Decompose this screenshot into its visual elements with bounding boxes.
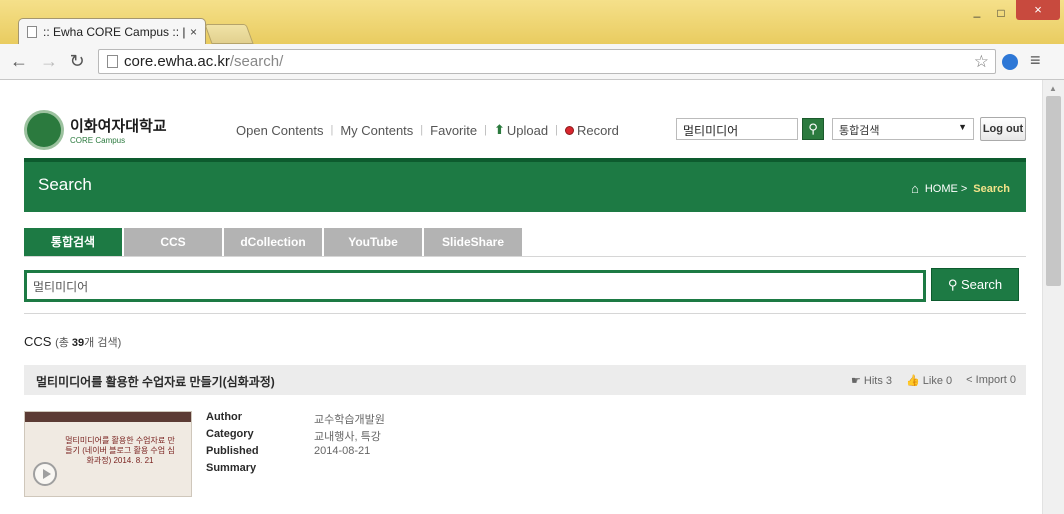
category-label: Category bbox=[206, 428, 254, 440]
record-icon bbox=[564, 125, 574, 135]
minimize-button[interactable]: _ bbox=[966, 5, 988, 20]
scroll-up-arrow-icon[interactable]: ▲ bbox=[1049, 84, 1057, 93]
address-bar[interactable]: core.ewha.ac.kr /search/ ☆ bbox=[98, 49, 996, 74]
nav-record[interactable]: Record bbox=[577, 123, 619, 138]
summary-label: Summary bbox=[206, 462, 257, 474]
like-button[interactable]: 👍 Like 0 bbox=[906, 374, 952, 387]
browser-tab[interactable]: :: Ewha CORE Campus :: | × bbox=[18, 18, 206, 45]
search-tabs: 통합검색 CCS dCollection YouTube SlideShare bbox=[24, 228, 524, 256]
tab-close-icon[interactable]: × bbox=[190, 25, 197, 39]
search-scope-select[interactable]: 통합검색 ▼ bbox=[832, 118, 974, 140]
page-icon bbox=[27, 26, 37, 38]
breadcrumb-current: Search bbox=[973, 182, 1010, 195]
breadcrumb-home[interactable]: HOME bbox=[925, 183, 958, 195]
scroll-thumb[interactable] bbox=[1046, 96, 1061, 286]
vertical-scrollbar[interactable]: ▲ bbox=[1042, 80, 1064, 514]
page-title: Search bbox=[38, 175, 92, 194]
share-icon: < bbox=[966, 374, 973, 386]
pointer-hand-icon: ☛ bbox=[850, 375, 861, 387]
hits-count: ☛ Hits 3 bbox=[850, 375, 893, 387]
browser-toolbar: ← → ↻ core.ewha.ac.kr /search/ ☆ ≡ bbox=[0, 44, 1064, 80]
tab-youtube[interactable]: YouTube bbox=[324, 228, 422, 256]
divider bbox=[24, 313, 1026, 314]
author-label: Author bbox=[206, 411, 243, 423]
tab-integrated-search[interactable]: 통합검색 bbox=[24, 228, 122, 256]
detail-row: Author 교수학습개발원 bbox=[206, 411, 385, 428]
result-stats: ☛ Hits 3 👍 Like 0 < Import 0 bbox=[837, 374, 1016, 387]
detail-row: Published 2014-08-21 bbox=[206, 445, 385, 462]
back-arrow-icon[interactable]: ← bbox=[8, 50, 30, 72]
url-path: /search/ bbox=[229, 53, 284, 70]
browser-titlebar: :: Ewha CORE Campus :: | × _ □ × bbox=[0, 0, 1064, 45]
breadcrumb-separator: > bbox=[960, 182, 968, 195]
result-count: (총 39개 검색) bbox=[55, 337, 122, 349]
nav-separator: | bbox=[484, 124, 487, 136]
result-section-heading: CCS (총 39개 검색) bbox=[24, 334, 121, 350]
tab-ccs[interactable]: CCS bbox=[124, 228, 222, 256]
site-logo[interactable]: 이화여자대학교 CORE Campus bbox=[24, 110, 167, 150]
main-search-button[interactable]: ⚲ Search bbox=[931, 268, 1019, 301]
dropdown-arrow-icon: ▼ bbox=[958, 122, 967, 132]
nav-favorite[interactable]: Favorite bbox=[430, 123, 477, 138]
thumbs-up-icon: 👍 bbox=[906, 375, 920, 387]
reload-icon[interactable]: ↻ bbox=[66, 50, 88, 72]
new-tab-button[interactable] bbox=[204, 24, 254, 44]
detail-row: Category 교내행사, 특강 bbox=[206, 428, 385, 445]
result-item-header: 멀티미디어를 활용한 수업자료 만들기(심화과정) ☛ Hits 3 👍 Lik… bbox=[24, 365, 1026, 395]
result-thumbnail[interactable]: 멀티미디어를 활용한 수업자료 만들기 (네이버 블로그 활용 수업 심화과정)… bbox=[24, 411, 192, 497]
web-page: 이화여자대학교 CORE Campus Open Contents | My C… bbox=[0, 80, 1042, 514]
thumbnail-caption: 멀티미디어를 활용한 수업자료 만들기 (네이버 블로그 활용 수업 심화과정)… bbox=[65, 436, 175, 465]
bookmark-star-icon[interactable]: ☆ bbox=[974, 52, 989, 72]
author-value: 교수학습개발원 bbox=[314, 414, 385, 426]
category-value: 교내행사, 특강 bbox=[314, 431, 381, 443]
browser-menu-icon[interactable]: ≡ bbox=[1030, 50, 1041, 71]
header-search-input[interactable]: 멀티미디어 bbox=[676, 118, 798, 140]
main-search-input[interactable]: 멀티미디어 bbox=[24, 270, 926, 302]
header-search-button[interactable]: ⚲ bbox=[802, 118, 824, 140]
import-button[interactable]: < Import 0 bbox=[966, 374, 1016, 387]
play-icon[interactable] bbox=[33, 462, 57, 486]
extension-icon[interactable] bbox=[1002, 54, 1018, 70]
nav-separator: | bbox=[555, 124, 558, 136]
maximize-button[interactable]: □ bbox=[990, 6, 1012, 20]
divider bbox=[24, 256, 1026, 257]
nav-separator: | bbox=[330, 124, 334, 136]
url-host: core.ewha.ac.kr bbox=[124, 53, 230, 70]
search-icon: ⚲ bbox=[808, 121, 818, 136]
breadcrumb: ⌂ HOME > Search bbox=[911, 181, 1010, 196]
university-emblem bbox=[24, 110, 64, 150]
global-nav: Open Contents | My Contents | Favorite |… bbox=[236, 122, 619, 138]
tab-dcollection[interactable]: dCollection bbox=[224, 228, 322, 256]
logo-korean: 이화여자대학교 bbox=[70, 118, 167, 135]
published-value: 2014-08-21 bbox=[314, 445, 371, 457]
search-button-label: Search bbox=[960, 277, 1003, 292]
nav-open-contents[interactable]: Open Contents bbox=[236, 123, 323, 138]
upload-icon: ⬆ bbox=[493, 122, 505, 137]
tab-slideshare[interactable]: SlideShare bbox=[424, 228, 522, 256]
logout-button[interactable]: Log out bbox=[980, 117, 1026, 141]
tab-title: :: Ewha CORE Campus :: | bbox=[43, 25, 186, 39]
result-details: Author 교수학습개발원 Category 교내행사, 특강 Publish… bbox=[206, 411, 385, 479]
close-window-button[interactable]: × bbox=[1016, 0, 1060, 20]
page-title-band: Search ⌂ HOME > Search bbox=[24, 158, 1026, 212]
search-icon: ⚲ bbox=[947, 277, 958, 292]
page-icon bbox=[107, 55, 118, 68]
logo-english: CORE Campus bbox=[70, 136, 126, 145]
home-icon[interactable]: ⌂ bbox=[911, 181, 919, 196]
nav-separator: | bbox=[420, 124, 424, 136]
thumbnail-header-bar bbox=[25, 412, 191, 422]
forward-arrow-icon[interactable]: → bbox=[38, 50, 60, 72]
search-scope-value: 통합검색 bbox=[839, 125, 880, 137]
nav-my-contents[interactable]: My Contents bbox=[340, 123, 413, 138]
published-label: Published bbox=[206, 445, 259, 457]
section-name: CCS bbox=[24, 334, 52, 349]
detail-row: Summary bbox=[206, 462, 385, 479]
nav-upload[interactable]: Upload bbox=[507, 123, 548, 138]
result-title[interactable]: 멀티미디어를 활용한 수업자료 만들기(심화과정) bbox=[36, 373, 275, 390]
